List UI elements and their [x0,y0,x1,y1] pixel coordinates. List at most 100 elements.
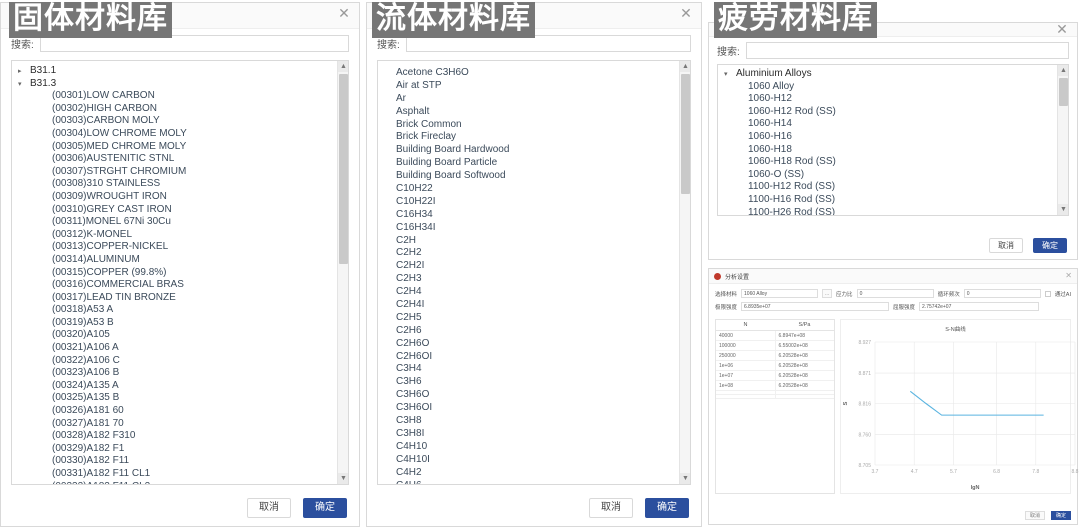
list-item[interactable]: C2H5 [378,312,690,325]
list-item[interactable]: C3H6O [378,389,690,402]
cancel-button[interactable]: 取消 [1025,511,1045,520]
tree-leaf-row[interactable]: (00301)LOW CARBON [12,90,348,103]
list-item[interactable]: Building Board Hardwood [378,144,690,157]
scrollbar-thumb[interactable] [339,74,348,264]
tree-leaf-row[interactable]: 1060-H14 [718,118,1068,131]
tree-leaf-row[interactable]: (00308)310 STAINLESS [12,178,348,191]
tree-group-row[interactable]: ▸ B31.1 [12,65,348,78]
ok-button[interactable]: 确定 [303,498,347,518]
tree-leaf-row[interactable]: (00314)ALUMINUM [12,254,348,267]
scroll-down-icon[interactable]: ▼ [1058,204,1068,215]
tree-leaf-row[interactable]: 1060-H12 Rod (SS) [718,106,1068,119]
table-row[interactable]: 40000 6.8947e+08 [716,331,834,341]
scroll-up-icon[interactable]: ▲ [680,61,690,72]
tree-leaf-row[interactable]: (00331)A182 F11 CL1 [12,468,348,481]
list-item[interactable]: C2H4 [378,286,690,299]
tree-leaf-row[interactable]: (00319)A53 B [12,317,348,330]
ok-button[interactable]: 确定 [1051,511,1071,520]
scroll-down-icon[interactable]: ▼ [338,473,348,484]
list-item[interactable]: C2H6O [378,338,690,351]
list-item[interactable]: C10H22 [378,183,690,196]
list-item[interactable]: Brick Fireclay [378,131,690,144]
fluid-list-scrollbar[interactable]: ▲ ▼ [679,61,690,484]
tree-leaf-row[interactable]: (00330)A182 F11 [12,455,348,468]
list-item[interactable]: C2H2I [378,260,690,273]
close-icon[interactable]: ✕ [679,6,693,21]
tree-leaf-row[interactable]: (00303)CARBON MOLY [12,115,348,128]
table-row[interactable] [716,395,834,399]
tree-leaf-row[interactable]: (00309)WROUGHT IRON [12,191,348,204]
tree-leaf-row[interactable]: (00305)MED CHROME MOLY [12,141,348,154]
list-item[interactable]: Building Board Particle [378,157,690,170]
table-row[interactable]: 1e+07 6.20528e+08 [716,371,834,381]
list-item[interactable]: C2H6OI [378,351,690,364]
tree-leaf-row[interactable]: (00310)GREY CAST IRON [12,204,348,217]
list-item[interactable]: Building Board Softwood [378,170,690,183]
tree-leaf-row[interactable]: 1060-H12 [718,93,1068,106]
scroll-up-icon[interactable]: ▲ [1058,65,1068,76]
scrollbar-thumb[interactable] [681,74,690,194]
list-item[interactable]: C3H4 [378,363,690,376]
tree-leaf-row[interactable]: 1060-H18 [718,144,1068,157]
list-item[interactable]: C10H22I [378,196,690,209]
list-item[interactable]: C2H2 [378,247,690,260]
tree-leaf-row[interactable]: (00302)HIGH CARBON [12,103,348,116]
tree-leaf-row[interactable]: 1060-H16 [718,131,1068,144]
cancel-button[interactable]: 取消 [589,498,633,518]
tree-leaf-row[interactable]: (00320)A105 [12,329,348,342]
list-item[interactable]: C2H6 [378,325,690,338]
tree-leaf-row[interactable]: (00326)A181 60 [12,405,348,418]
tree-leaf-row[interactable]: (00316)COMMERCIAL BRAS [12,279,348,292]
close-icon[interactable]: ✕ [1055,22,1069,37]
list-item[interactable]: C4H10I [378,454,690,467]
list-item[interactable]: Ar [378,93,690,106]
tree-leaf-row[interactable]: (00322)A106 C [12,355,348,368]
search-input[interactable] [745,42,1069,59]
list-item[interactable]: C2H4I [378,299,690,312]
stress-ratio-input[interactable]: 0 [856,289,934,298]
tree-leaf-row[interactable]: (00306)AUSTENITIC STNL [12,153,348,166]
chevron-right-icon[interactable]: ▸ [18,66,30,79]
fatigue-tree-scrollbar[interactable]: ▲ ▼ [1057,65,1068,215]
solid-material-tree[interactable]: ▸ B31.1 ▾ B31.3 (00301)LOW CARBON (00302)HIGH… [11,60,349,485]
limit-strength-input[interactable]: 6.8935e+07 [741,302,890,311]
list-item[interactable]: C3H6 [378,376,690,389]
list-item[interactable]: Acetone C3H6O [378,67,690,80]
tree-leaf-row[interactable]: 1100-H12 Rod (SS) [718,181,1068,194]
fatigue-material-tree[interactable]: ▾ Aluminium Alloys 1060 Alloy 1060-H12 1060-… [717,64,1069,216]
tree-leaf-row[interactable]: (00315)COPPER (99.8%) [12,267,348,280]
tree-leaf-row[interactable]: (00312)K-MONEL [12,229,348,242]
tree-leaf-row[interactable]: (00325)A135 B [12,392,348,405]
list-item[interactable]: C4H6 [378,480,690,485]
list-item[interactable]: Asphalt [378,106,690,119]
tree-group-row[interactable]: ▾ Aluminium Alloys [718,68,1068,81]
tree-leaf-row[interactable]: (00307)STRGHT CHROMIUM [12,166,348,179]
tree-leaf-row[interactable]: (00311)MONEL 67Ni 30Cu [12,216,348,229]
list-item[interactable]: C16H34 [378,209,690,222]
table-row[interactable]: 100000 6.55002e+08 [716,341,834,351]
list-item[interactable]: C2H [378,235,690,248]
tree-leaf-row[interactable]: 1100-H16 Rod (SS) [718,194,1068,207]
list-item[interactable]: C16H34I [378,222,690,235]
tree-leaf-row[interactable]: (00317)LEAD TIN BRONZE [12,292,348,305]
browse-material-button[interactable]: ... [822,289,833,298]
tree-group-row[interactable]: ▾ B31.3 [12,78,348,91]
cancel-button[interactable]: 取消 [247,498,291,518]
cancel-button[interactable]: 取消 [989,238,1023,253]
tree-leaf-row[interactable]: 1060-O (SS) [718,169,1068,182]
tree-leaf-row[interactable]: (00321)A106 A [12,342,348,355]
ok-button[interactable]: 确定 [645,498,689,518]
list-item[interactable]: C2H3 [378,273,690,286]
tree-leaf-row[interactable]: (00332)A182 F11 CL2 [12,481,348,484]
tree-leaf-row[interactable]: (00328)A182 F310 [12,430,348,443]
list-item[interactable]: Brick Common [378,119,690,132]
list-item[interactable]: C4H2 [378,467,690,480]
scroll-down-icon[interactable]: ▼ [680,473,690,484]
table-row[interactable]: 250000 6.20528e+08 [716,351,834,361]
cycles-input[interactable]: 0 [963,289,1041,298]
tree-leaf-row[interactable]: (00327)A181 70 [12,418,348,431]
tree-leaf-row[interactable]: 1060-H18 Rod (SS) [718,156,1068,169]
tree-leaf-row[interactable]: (00318)A53 A [12,304,348,317]
scrollbar-thumb[interactable] [1059,78,1068,106]
tree-leaf-row[interactable]: (00329)A182 F1 [12,443,348,456]
